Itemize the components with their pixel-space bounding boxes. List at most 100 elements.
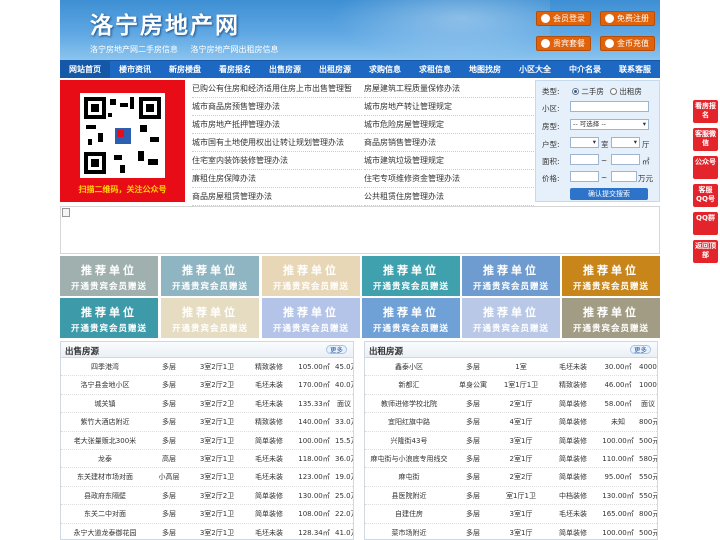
listing-location[interactable]: 麻屯街 <box>365 468 453 485</box>
table-row[interactable]: 四季港湾 多层 3室2厅1卫 精致装修 105.00㎡ 45.0万 <box>61 358 353 377</box>
recommend-tile[interactable]: 推荐单位 开通贵宾会员赠送 <box>462 298 560 338</box>
recommend-tile[interactable]: 推荐单位 开通贵宾会员赠送 <box>362 256 460 296</box>
news-link[interactable]: 住宅室内装饰装修管理办法 <box>192 152 362 170</box>
recommend-tile[interactable]: 推荐单位 开通贵宾会员赠送 <box>462 256 560 296</box>
recommend-tile[interactable]: 推荐单位 开通贵宾会员赠送 <box>262 298 360 338</box>
price-min-input[interactable] <box>570 171 599 182</box>
news-link[interactable]: 公共租赁住房管理办法 <box>364 188 534 206</box>
site-logo-title[interactable]: 洛宁房地产网 <box>90 6 240 40</box>
vip-package-button[interactable]: 贵宾套餐 <box>536 36 591 51</box>
listing-location[interactable]: 县政府东隔壁 <box>61 487 149 504</box>
recommend-tile[interactable]: 推荐单位 开通贵宾会员赠送 <box>161 298 259 338</box>
listing-location[interactable]: 宜阳红旗中路 <box>365 413 453 430</box>
room-select[interactable]: ▾ <box>570 137 599 148</box>
nav-map-search[interactable]: 地图找房 <box>460 61 510 78</box>
news-link[interactable]: 城市建筑垃圾管理规定 <box>364 152 534 170</box>
nav-news[interactable]: 楼市资讯 <box>110 61 160 78</box>
side-viewing-signup[interactable]: 看房报名 <box>693 100 718 123</box>
type-radio-sale[interactable]: 二手房 <box>572 86 604 97</box>
side-service-wechat[interactable]: 客服微信 <box>693 128 718 151</box>
listing-location[interactable]: 菜市场附近 <box>365 524 453 539</box>
nav-contact[interactable]: 联系客服 <box>610 61 660 78</box>
listing-location[interactable]: 东关建材市场对面 <box>61 468 149 485</box>
table-row[interactable]: 永宁大道龙泰御花园 多层 3室2厅1卫 毛坯未装 128.34㎡ 41.0万 <box>61 524 354 539</box>
listing-location[interactable]: 教师进修学校北院 <box>365 395 453 412</box>
table-row[interactable]: 城关镇 多层 3室2厅2卫 毛坯未装 135.33㎡ 面议 <box>61 395 353 414</box>
style-select[interactable]: -- 可选择 -- ▾ <box>570 119 649 130</box>
news-link[interactable]: 城市危险房屋管理规定 <box>364 116 534 134</box>
side-official-account[interactable]: 公众号 <box>693 156 718 179</box>
news-link[interactable]: 城市商品房预售管理办法 <box>192 98 362 116</box>
listing-location[interactable]: 紫竹大酒店附近 <box>61 413 149 430</box>
rent-more-button[interactable]: 更多 <box>630 345 651 354</box>
table-row[interactable]: 老大张量贩北300米 多层 3室2厅1卫 简单装修 100.00㎡ 15.5万 <box>61 432 353 450</box>
listing-location[interactable]: 永宁大道龙泰御花园 <box>61 524 149 539</box>
listing-location[interactable]: 龙泰 <box>61 450 149 467</box>
nav-new-homes[interactable]: 新房楼盘 <box>160 61 210 78</box>
table-row[interactable]: 东关二中对面 多层 3室2厅1卫 简单装修 108.00㎡ 22.0万 <box>61 505 353 524</box>
size-max-input[interactable] <box>611 154 640 165</box>
news-link[interactable]: 商品房屋租赁管理办法 <box>192 188 362 206</box>
table-row[interactable]: 宜阳红旗中路 多层 4室1厅 简单装修 未知 800元 <box>365 413 657 432</box>
table-row[interactable]: 龙泰 高层 3室2厅1卫 毛坯未装 118.00㎡ 36.0万 <box>61 450 353 469</box>
listing-location[interactable]: 新都汇 <box>365 376 453 393</box>
nav-viewing-signup[interactable]: 看房报名 <box>210 61 260 78</box>
news-link[interactable]: 城市房地产转让管理规定 <box>364 98 534 116</box>
nav-for-sale[interactable]: 出售房源 <box>260 61 310 78</box>
listing-location[interactable]: 洛宁县金地小区 <box>61 376 149 393</box>
nav-want-rent[interactable]: 求租信息 <box>410 61 460 78</box>
coin-recharge-button[interactable]: 金币充值 <box>600 36 655 51</box>
recommend-tile[interactable]: 推荐单位 开通贵宾会员赠送 <box>262 256 360 296</box>
nav-for-rent[interactable]: 出租房源 <box>310 61 360 78</box>
table-row[interactable]: 洛宁县金地小区 多层 3室2厅2卫 毛坯未装 170.00㎡ 40.0万 <box>61 376 353 395</box>
table-row[interactable]: 东关建材市场对面小高层 3室2厅1卫 毛坯未装 123.00㎡ 19.0万 <box>61 468 353 487</box>
side-back-to-top[interactable]: 返回顶部 <box>693 240 718 263</box>
side-qq-group[interactable]: QQ群 <box>693 212 718 235</box>
listing-location[interactable]: 自建住房 <box>365 505 453 522</box>
recommend-tile[interactable]: 推荐单位 开通贵宾会员赠送 <box>362 298 460 338</box>
recommend-tile[interactable]: 推荐单位 开通贵宾会员赠送 <box>60 298 158 338</box>
table-row[interactable]: 教师进修学校北院 多层 2室1厅 简单装修 58.00㎡ 面议 <box>365 395 657 414</box>
listing-location[interactable]: 麻屯街与小浪底专用线交 <box>365 450 453 467</box>
nav-want-buy[interactable]: 求购信息 <box>360 61 410 78</box>
news-link[interactable]: 廉租住房保障办法 <box>192 170 362 188</box>
listing-location[interactable]: 四季港湾 <box>61 358 149 375</box>
banner-ad[interactable] <box>60 206 660 254</box>
search-submit-button[interactable]: 确认提交搜索 <box>570 188 648 200</box>
table-row[interactable]: 县医院附近 多层 室1厅1卫 中档装修 130.00㎡ 550元 <box>365 487 657 506</box>
listing-location[interactable]: 鑫泰小区 <box>365 358 453 375</box>
table-row[interactable]: 鑫泰小区 多层 1室 毛坯未装 30.00㎡ 4000元 <box>365 358 657 377</box>
type-radio-rent[interactable]: 出租房 <box>610 86 642 97</box>
recommend-tile[interactable]: 推荐单位 开通贵宾会员赠送 <box>562 298 660 338</box>
table-row[interactable]: 自建住房 多层 3室1厅 毛坯未装 165.00㎡ 800元 <box>365 505 657 524</box>
recommend-tile[interactable]: 推荐单位 开通贵宾会员赠送 <box>562 256 660 296</box>
register-button[interactable]: 免费注册 <box>600 11 655 26</box>
recommend-tile[interactable]: 推荐单位 开通贵宾会员赠送 <box>60 256 158 296</box>
size-min-input[interactable] <box>570 154 599 165</box>
table-row[interactable]: 兴隆街43号 多层 3室1厅 简单装修 100.00㎡ 500元 <box>365 432 657 450</box>
listing-location[interactable]: 县医院附近 <box>365 487 453 504</box>
news-link[interactable]: 商品房销售管理办法 <box>364 134 534 152</box>
news-link[interactable]: 房屋建筑工程质量保修办法 <box>364 80 534 98</box>
table-row[interactable]: 县政府东隔壁 多层 3室2厅2卫 简单装修 130.00㎡ 25.0万 <box>61 487 353 506</box>
table-row[interactable]: 麻屯街与小浪底专用线交 多层 2室1厅 简单装修 110.00㎡ 580元 <box>365 450 657 469</box>
hall-select[interactable]: ▾ <box>611 137 640 148</box>
listing-location[interactable]: 兴隆街43号 <box>365 432 453 449</box>
listing-location[interactable]: 城关镇 <box>61 395 149 412</box>
login-button[interactable]: 会员登录 <box>536 11 591 26</box>
price-max-input[interactable] <box>611 171 637 182</box>
table-row[interactable]: 菜市场附近 多层 3室1厅 简单装修 100.00㎡ 500元 <box>365 524 658 539</box>
area-input[interactable] <box>570 101 649 112</box>
nav-communities[interactable]: 小区大全 <box>510 61 560 78</box>
nav-home[interactable]: 网站首页 <box>60 61 110 78</box>
side-service-qq[interactable]: 客服QQ号 <box>693 184 718 207</box>
news-link[interactable]: 已购公有住房和经济适用住房上市出售管理暂 <box>192 80 362 98</box>
news-link[interactable]: 城市房地产抵押管理办法 <box>192 116 362 134</box>
subtitle-sale[interactable]: 洛宁房地产网二手房信息 <box>90 45 178 54</box>
news-link[interactable]: 住宅专项维修资金管理办法 <box>364 170 534 188</box>
recommend-tile[interactable]: 推荐单位 开通贵宾会员赠送 <box>161 256 259 296</box>
listing-location[interactable]: 老大张量贩北300米 <box>61 432 149 449</box>
table-row[interactable]: 紫竹大酒店附近 多层 3室2厅1卫 精致装修 140.00㎡ 33.0万 <box>61 413 353 432</box>
news-link[interactable]: 城市国有土地使用权出让转让规划管理办法 <box>192 134 362 152</box>
listing-location[interactable]: 东关二中对面 <box>61 505 149 522</box>
